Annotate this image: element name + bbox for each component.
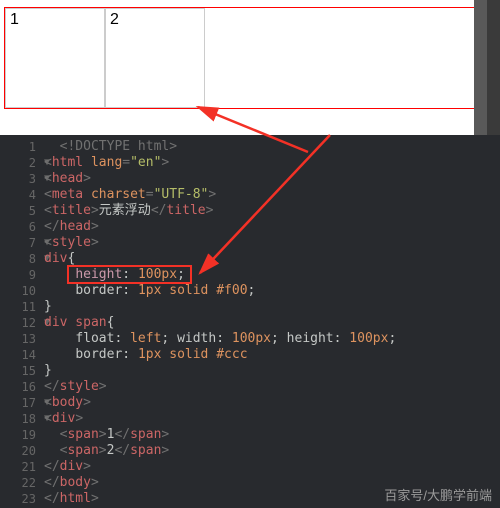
code-line[interactable]: <meta charset="UTF-8"> xyxy=(44,187,396,203)
code-line[interactable]: </html> xyxy=(44,491,396,507)
code-line[interactable]: <title>元素浮动</title> xyxy=(44,203,396,219)
line-number: 23 xyxy=(0,491,40,507)
code-line[interactable]: <style> xyxy=(44,235,396,251)
code-line[interactable]: border: 1px solid #f00; xyxy=(44,283,396,299)
line-number: 9 xyxy=(0,267,40,283)
code-line[interactable]: </body> xyxy=(44,475,396,491)
line-number: 18▼ xyxy=(0,411,40,427)
line-number: 1 xyxy=(0,139,40,155)
preview-span-1: 1 xyxy=(5,8,105,108)
line-number: 16 xyxy=(0,379,40,395)
line-number: 14 xyxy=(0,347,40,363)
code-line[interactable]: <!DOCTYPE html> xyxy=(44,139,396,155)
line-number: 8▼ xyxy=(0,251,40,267)
line-number: 7▼ xyxy=(0,235,40,251)
code-editor[interactable]: 12▼3▼4567▼8▼9101112▼1314151617▼18▼192021… xyxy=(0,135,500,508)
line-number: 21 xyxy=(0,459,40,475)
line-number: 6 xyxy=(0,219,40,235)
watermark: 百家号/大鹏学前端 xyxy=(384,485,492,504)
code-line[interactable]: <span>2</span> xyxy=(44,443,396,459)
line-number: 19 xyxy=(0,427,40,443)
gutter: 12▼3▼4567▼8▼9101112▼1314151617▼18▼192021… xyxy=(0,139,40,507)
code-line[interactable]: </head> xyxy=(44,219,396,235)
line-number: 11 xyxy=(0,299,40,315)
code-line[interactable]: <div> xyxy=(44,411,396,427)
code-line[interactable]: <html lang="en"> xyxy=(44,155,396,171)
line-number: 22 xyxy=(0,475,40,491)
screenshot-root: 1 2 12▼3▼4567▼8▼9101112▼1314151617▼18▼19… xyxy=(0,0,500,508)
code-line[interactable]: height: 100px; xyxy=(44,267,396,283)
code-line[interactable]: div{ xyxy=(44,251,396,267)
code-line[interactable]: </style> xyxy=(44,379,396,395)
line-number: 4 xyxy=(0,187,40,203)
line-number: 10 xyxy=(0,283,40,299)
browser-preview: 1 2 xyxy=(0,0,487,135)
code-line[interactable]: <head> xyxy=(44,171,396,187)
line-number: 3▼ xyxy=(0,171,40,187)
line-number: 15 xyxy=(0,363,40,379)
code-line[interactable]: div span{ xyxy=(44,315,396,331)
preview-scrollbar[interactable] xyxy=(474,0,487,135)
preview-span-2: 2 xyxy=(105,8,205,108)
line-number: 5 xyxy=(0,203,40,219)
code-line[interactable]: <body> xyxy=(44,395,396,411)
code-line[interactable]: } xyxy=(44,363,396,379)
code-line[interactable]: float: left; width: 100px; height: 100px… xyxy=(44,331,396,347)
line-number: 17▼ xyxy=(0,395,40,411)
code-line[interactable]: <span>1</span> xyxy=(44,427,396,443)
code-line[interactable]: border: 1px solid #ccc xyxy=(44,347,396,363)
code-line[interactable]: </div> xyxy=(44,459,396,475)
preview-div: 1 2 xyxy=(4,7,477,109)
line-number: 13 xyxy=(0,331,40,347)
line-number: 20 xyxy=(0,443,40,459)
line-number: 12▼ xyxy=(0,315,40,331)
code-lines[interactable]: <!DOCTYPE html><html lang="en"><head><me… xyxy=(44,139,396,507)
code-line[interactable]: } xyxy=(44,299,396,315)
line-number: 2▼ xyxy=(0,155,40,171)
